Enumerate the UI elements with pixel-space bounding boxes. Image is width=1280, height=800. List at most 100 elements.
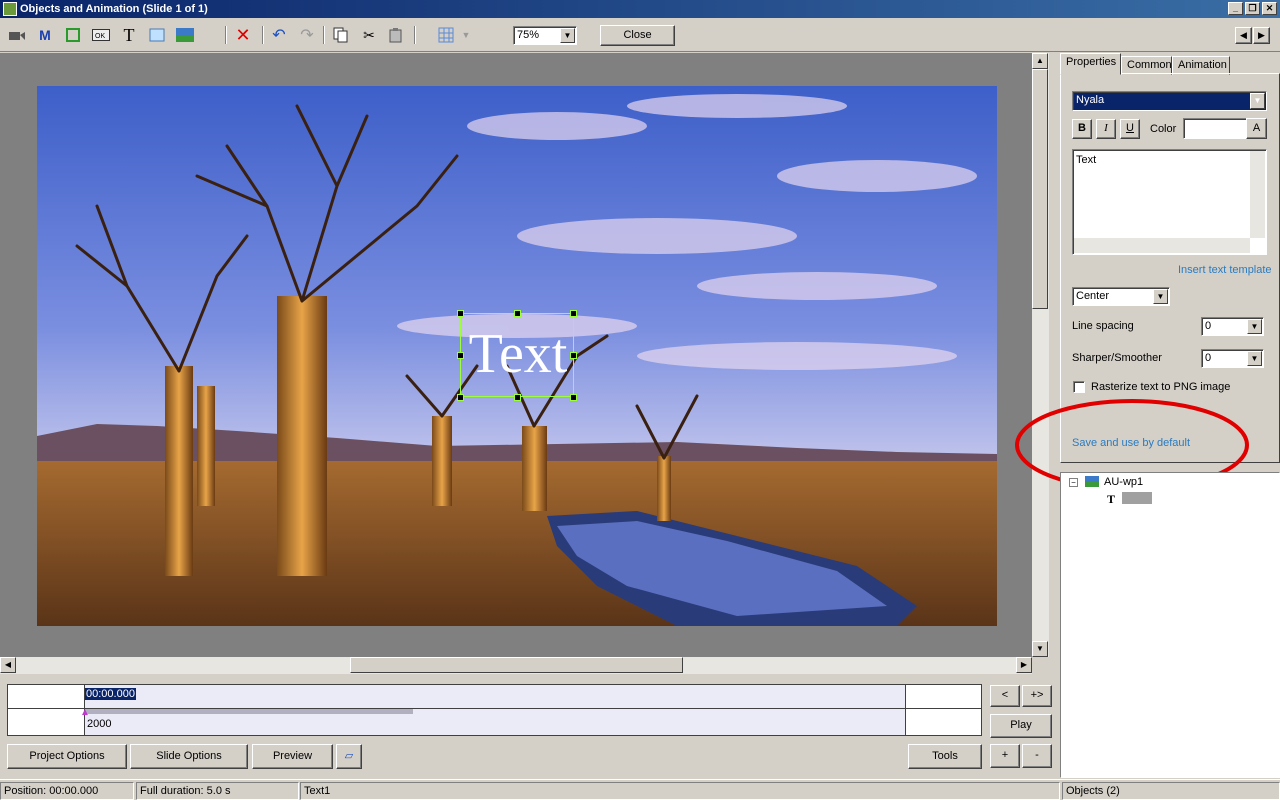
chevron-down-icon: ▼ [1250,93,1265,109]
redo-icon[interactable]: ↷ [297,25,317,45]
insert-template-link[interactable]: Insert text template [1178,264,1272,276]
text-object-label: Text [468,323,568,385]
grid-dropdown-icon[interactable]: ▼ [456,25,476,45]
resize-handle[interactable] [457,394,464,401]
next-button[interactable]: +> [1022,685,1052,707]
line-spacing-value: 0 [1205,320,1212,332]
horizontal-scrollbar[interactable]: ◀ ▶ [0,657,1032,674]
slide-options-button[interactable]: Slide Options [130,744,248,769]
italic-button[interactable]: I [1096,119,1116,139]
timeline-marker-value: 2000 [87,718,112,730]
horizontal-scroll-thumb[interactable] [350,657,683,673]
tree-item-root[interactable]: AU-wp1 [1104,476,1143,488]
svg-text:OK: OK [95,33,105,40]
status-objects-count: Objects (2) [1062,782,1280,800]
timeline-time[interactable]: 00:00.000 [85,688,136,700]
timeline-end-line [905,685,906,735]
resize-handle[interactable] [514,310,521,317]
status-object: Text1 [300,782,1060,800]
preview-button[interactable]: Preview [252,744,333,769]
line-spacing-label: Line spacing [1072,320,1134,332]
collapse-icon[interactable]: − [1069,478,1078,487]
timeline-bar[interactable] [85,709,413,714]
close-window-button[interactable]: ✕ [1262,2,1277,15]
resize-handle[interactable] [570,352,577,359]
eraser-icon[interactable]: ▱ [336,744,362,769]
delete-icon[interactable]: ✕ [233,25,253,45]
toolbar: M OK T ✕ ↶ ↷ ✂ ▼ 75% ▼ Close ◀ ▶ [0,18,1280,52]
color-label: Color [1150,123,1177,135]
status-bar: Position: 00:00.000 Full duration: 5.0 s… [0,779,1280,800]
scroll-right-icon[interactable]: ▶ [1016,657,1032,673]
window-title: Objects and Animation (Slide 1 of 1) [20,3,208,15]
align-select[interactable]: Center ▼ [1072,287,1170,306]
tree-item-child[interactable]: Text1 [1122,492,1153,504]
rasterize-checkbox[interactable] [1073,381,1085,393]
resize-handle[interactable] [514,394,521,401]
rectangle-icon[interactable] [63,25,83,45]
copy-icon[interactable] [331,25,351,45]
bold-button[interactable]: B [1072,119,1092,139]
sharper-label: Sharper/Smoother [1072,352,1162,364]
camera-icon[interactable] [7,25,27,45]
chevron-down-icon: ▼ [1247,319,1262,334]
text-editor-hscroll[interactable] [1074,238,1250,253]
color-field[interactable] [1183,118,1247,139]
minimize-button[interactable]: _ [1228,2,1243,15]
color-picker-button[interactable]: A [1246,118,1267,139]
resize-handle[interactable] [457,352,464,359]
text-icon: T [1107,492,1116,506]
grid-icon[interactable] [436,25,456,45]
undo-icon[interactable]: ↶ [269,25,289,45]
scroll-down-icon[interactable]: ▼ [1032,641,1048,657]
rasterize-label: Rasterize text to PNG image [1091,381,1231,393]
text-object[interactable]: Text [457,310,577,401]
scroll-left-icon[interactable]: ◀ [0,657,16,673]
sharper-select[interactable]: 0 ▼ [1201,349,1264,368]
text-icon[interactable]: T [119,25,139,45]
font-select[interactable]: Nyala ▼ [1072,91,1267,111]
resize-handle[interactable] [570,394,577,401]
tab-properties[interactable]: Properties [1060,53,1121,75]
add-button[interactable]: + [990,744,1020,768]
frame-icon[interactable] [147,25,167,45]
vertical-scrollbar[interactable]: ▲ ▼ [1032,53,1049,657]
scroll-up-icon[interactable]: ▲ [1032,53,1048,69]
project-options-button[interactable]: Project Options [7,744,127,769]
text-editor-vscroll[interactable] [1250,151,1265,238]
app-icon [3,2,17,16]
image-icon [1085,476,1099,487]
text-editor-value: Text [1076,154,1097,166]
paste-icon[interactable] [386,25,406,45]
resize-handle[interactable] [457,310,464,317]
close-button[interactable]: Close [600,25,675,46]
text-editor[interactable]: Text [1072,149,1267,255]
line-spacing-select[interactable]: 0 ▼ [1201,317,1264,336]
restore-button[interactable]: ❐ [1245,2,1260,15]
image-icon[interactable] [175,25,195,45]
tools-button[interactable]: Tools [908,744,982,769]
scroll-right-button[interactable]: ▶ [1253,27,1270,44]
title-bar: Objects and Animation (Slide 1 of 1) _ ❐… [0,0,1280,18]
chevron-down-icon: ▼ [560,28,575,43]
timeline[interactable]: 00:00.000 ▲ 2000 [7,684,982,736]
resize-handle[interactable] [570,310,577,317]
zoom-value: 75% [517,29,540,41]
objects-tree[interactable]: − AU-wp1 T Text1 [1060,472,1280,778]
chevron-down-icon: ▼ [1153,289,1168,304]
status-position: Position: 00:00.000 [0,782,134,800]
timeline-marker-icon[interactable]: ▲ [80,707,90,718]
prev-button[interactable]: < [990,685,1020,707]
remove-button[interactable]: - [1022,744,1052,768]
m-icon[interactable]: M [35,25,55,45]
align-value: Center [1076,290,1110,302]
underline-button[interactable]: U [1120,119,1140,139]
vertical-scroll-thumb[interactable] [1032,69,1048,309]
font-value: Nyala [1076,94,1105,106]
play-button[interactable]: Play [990,714,1052,738]
cut-icon[interactable]: ✂ [359,25,379,45]
ok-icon[interactable]: OK [91,25,111,45]
scroll-left-button[interactable]: ◀ [1235,27,1252,44]
sharper-value: 0 [1205,352,1212,364]
zoom-select[interactable]: 75% ▼ [513,26,577,45]
